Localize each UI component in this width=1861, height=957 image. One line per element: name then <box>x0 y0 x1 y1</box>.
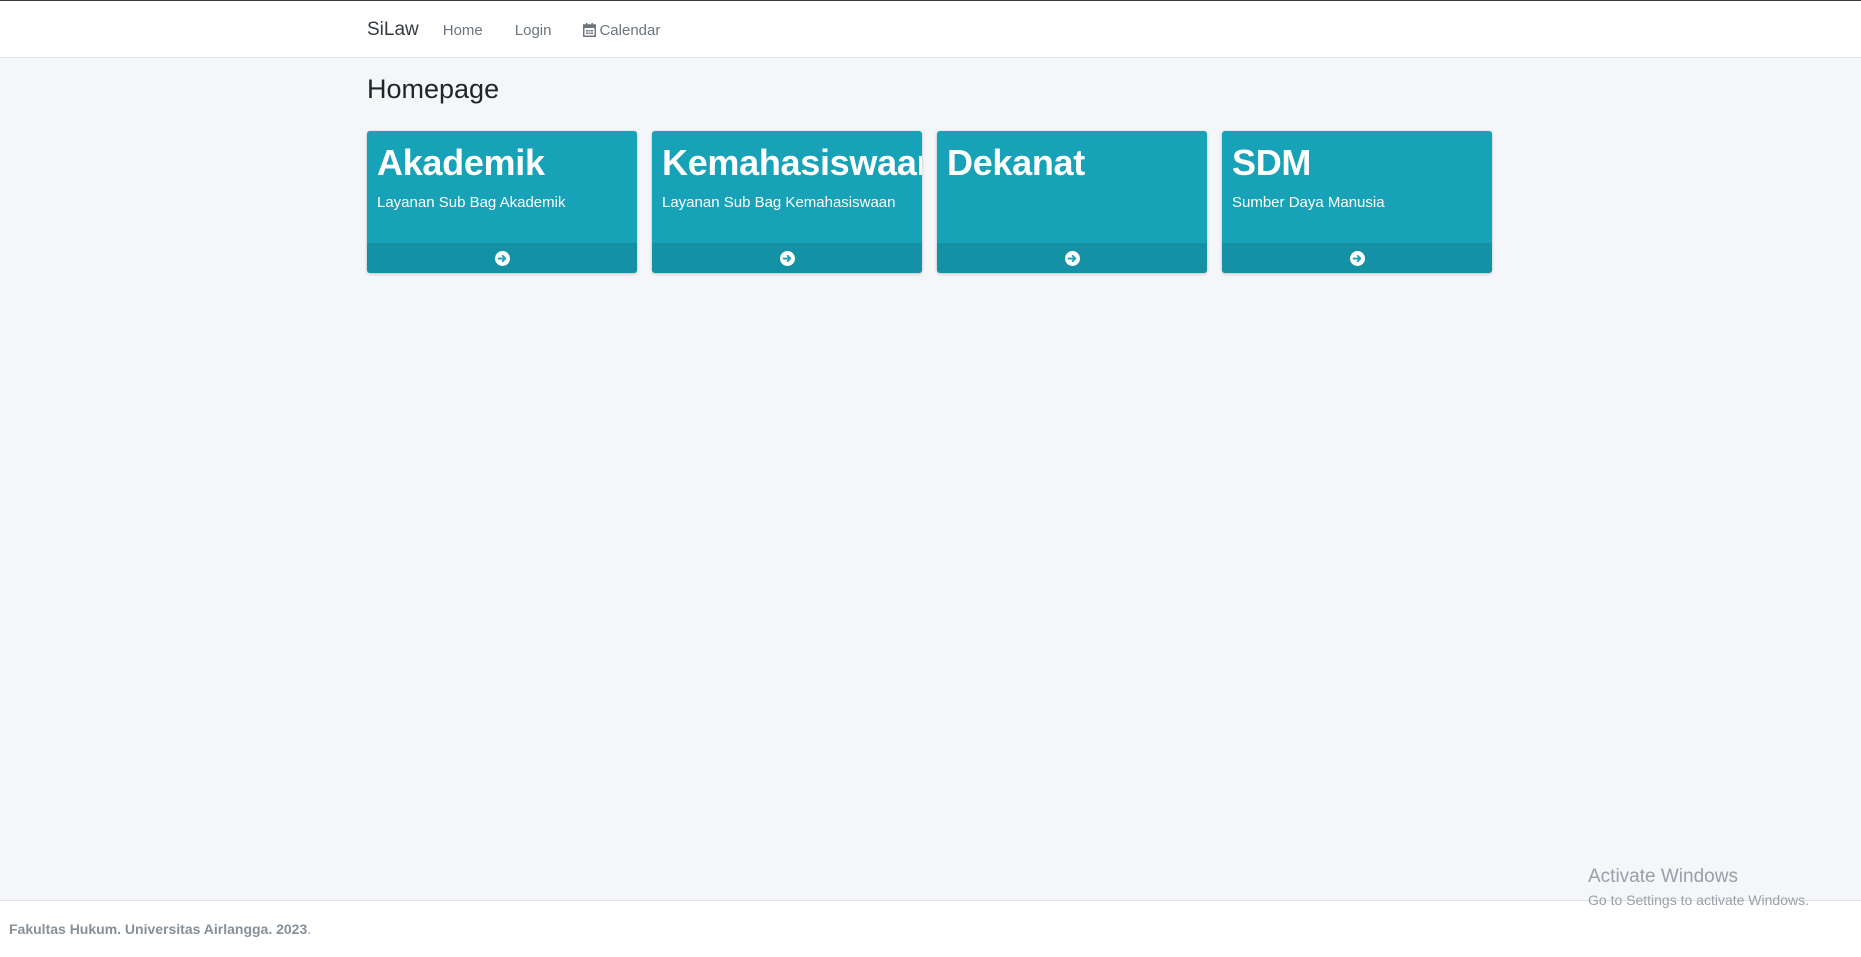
nav-link-login-label: Login <box>514 21 552 39</box>
nav-link-calendar[interactable]: Calendar <box>583 22 660 39</box>
card-akademik: Akademik Layanan Sub Bag Akademik <box>367 131 637 273</box>
calendar-icon <box>583 23 597 37</box>
card-title: Kemahasiswaan <box>662 142 922 183</box>
footer-text: Fakultas Hukum. Universitas Airlangga. 2… <box>9 921 308 937</box>
watermark-title: Activate Windows <box>1588 866 1738 887</box>
card-sdm: SDM Sumber Daya Manusia <box>1222 131 1492 273</box>
top-navbar: SiLaw Home Login Calendar <box>0 0 1861 58</box>
nav-link-calendar-label: Calendar <box>599 21 661 39</box>
arrow-circle-right-icon <box>779 250 795 266</box>
card-subtitle: Layanan Sub Bag Kemahasiswaan <box>662 194 896 212</box>
card-sdm-more-link[interactable] <box>1222 243 1492 273</box>
page-footer: Fakultas Hukum. Universitas Airlangga. 2… <box>0 900 1861 957</box>
brand-link[interactable]: SiLaw <box>367 19 419 41</box>
card-subtitle: Layanan Sub Bag Akademik <box>377 194 566 212</box>
watermark-subtitle: Go to Settings to activate Windows. <box>1588 892 1809 908</box>
arrow-circle-right-icon <box>1064 250 1080 266</box>
card-subtitle: Sumber Daya Manusia <box>1232 194 1385 212</box>
footer-suffix: . <box>307 921 312 937</box>
card-kemahasiswaan-more-link[interactable] <box>652 243 922 273</box>
activate-windows-watermark: Activate Windows Go to Settings to activ… <box>1588 866 1809 908</box>
card-title: Dekanat <box>947 142 1085 183</box>
card-dekanat-more-link[interactable] <box>937 243 1207 273</box>
arrow-circle-right-icon <box>1349 250 1365 266</box>
nav-link-home-label: Home <box>442 21 483 39</box>
card-kemahasiswaan: Kemahasiswaan Layanan Sub Bag Kemahasisw… <box>652 131 922 273</box>
card-title: Akademik <box>377 142 545 183</box>
service-cards: Akademik Layanan Sub Bag Akademik Kemaha… <box>367 131 1492 273</box>
nav-link-home[interactable]: Home <box>443 22 483 39</box>
navbar-content: SiLaw Home Login Calendar <box>367 1 692 59</box>
nav-link-login[interactable]: Login <box>515 22 552 39</box>
card-dekanat: Dekanat <box>937 131 1207 273</box>
card-title: SDM <box>1232 142 1312 183</box>
card-akademik-more-link[interactable] <box>367 243 637 273</box>
arrow-circle-right-icon <box>494 250 510 266</box>
page-title: Homepage <box>367 74 500 104</box>
